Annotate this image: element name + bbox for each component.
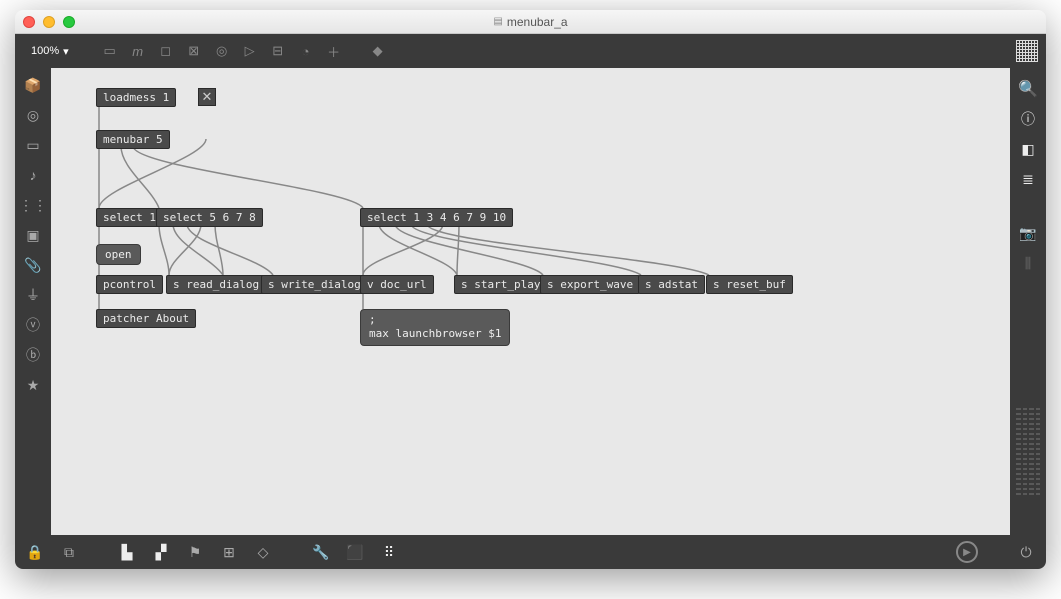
bottom-toolbar: 🔒 ⧉ ▙ ▞ ⚑ ⊞ ◇ 🔧 ⬛ ⠿ ▶ ⏻ xyxy=(15,535,1046,569)
obj-s-write-dialog[interactable]: s write_dialog xyxy=(261,275,368,294)
ui-icon[interactable]: ▭ xyxy=(24,136,42,154)
patch-canvas[interactable]: loadmess 1 ✕ menubar 5 select 1 select 5… xyxy=(51,68,1010,535)
left-palette: 📦 ◎ ▭ ♪ ⋮⋮ ▣ 📎 ⏚ ⓥ ⓑ ★ xyxy=(15,68,51,535)
search-icon[interactable]: 🔍 xyxy=(1019,80,1037,98)
list-icon[interactable]: ≣ xyxy=(1019,170,1037,188)
msg-open[interactable]: open xyxy=(96,244,141,265)
object-tool-icon[interactable]: ▭ xyxy=(99,40,121,62)
app-window: ▤ menubar_a 100% ▾ ▭ m ◻ ⊠ ◎ ▷ ⊟ ◔ ＋ ◆ 📦… xyxy=(15,10,1046,569)
patch-cables xyxy=(51,68,1010,535)
obj-menubar[interactable]: menubar 5 xyxy=(96,130,170,149)
comment-tool-icon[interactable]: ◻ xyxy=(155,40,177,62)
message-tool-icon[interactable]: m xyxy=(127,40,149,62)
dial-tool-icon[interactable]: ◔ xyxy=(295,40,317,62)
package-icon[interactable]: 📦 xyxy=(24,76,42,94)
obj-s-reset-buf[interactable]: s reset_buf xyxy=(706,275,793,294)
chevron-down-icon: ▾ xyxy=(63,45,69,58)
power-icon[interactable]: ⏻ xyxy=(1016,542,1036,562)
level-meters xyxy=(1016,405,1040,495)
snap-icon[interactable]: ◇ xyxy=(253,542,273,562)
attach-icon[interactable]: 📎 xyxy=(24,256,42,274)
document-icon: ▤ xyxy=(493,16,502,27)
window-title: ▤ menubar_a xyxy=(15,15,1046,29)
info-icon[interactable]: ⓘ xyxy=(1019,110,1037,128)
obj-select13467910[interactable]: select 1 3 4 6 7 9 10 xyxy=(360,208,513,227)
camera-icon[interactable]: 📷 xyxy=(1019,224,1037,242)
flag-icon[interactable]: ⚑ xyxy=(185,542,205,562)
obj-select5678[interactable]: select 5 6 7 8 xyxy=(156,208,263,227)
obj-v-doc-url[interactable]: v doc_url xyxy=(360,275,434,294)
number-tool-icon[interactable]: ▷ xyxy=(239,40,261,62)
wrench-icon[interactable]: 🔧 xyxy=(311,542,331,562)
b-icon[interactable]: ⓑ xyxy=(24,346,42,364)
grid-icon[interactable] xyxy=(1016,40,1038,62)
slider-tool-icon[interactable]: ⊟ xyxy=(267,40,289,62)
image-icon[interactable]: ▣ xyxy=(24,226,42,244)
dots-icon[interactable]: ⠿ xyxy=(379,542,399,562)
play-button[interactable]: ▶ xyxy=(956,541,978,563)
presentation-icon[interactable]: ▙ xyxy=(117,542,137,562)
content-area: 📦 ◎ ▭ ♪ ⋮⋮ ▣ 📎 ⏚ ⓥ ⓑ ★ xyxy=(15,68,1046,535)
top-toolbar: 100% ▾ ▭ m ◻ ⊠ ◎ ▷ ⊟ ◔ ＋ ◆ xyxy=(15,34,1046,68)
audio-icon[interactable]: ♪ xyxy=(24,166,42,184)
plug-icon[interactable]: ⏚ xyxy=(24,286,42,304)
obj-patcher-about[interactable]: patcher About xyxy=(96,309,196,328)
add-tool-icon[interactable]: ＋ xyxy=(323,40,345,62)
v-icon[interactable]: ⓥ xyxy=(24,316,42,334)
zoom-selector[interactable]: 100% ▾ xyxy=(23,43,77,60)
target-icon[interactable]: ◎ xyxy=(24,106,42,124)
window-title-text: menubar_a xyxy=(507,15,568,29)
paint-tool-icon[interactable]: ◆ xyxy=(367,40,389,62)
zoom-value: 100% xyxy=(31,45,59,57)
toggle-tool-icon[interactable]: ⊠ xyxy=(183,40,205,62)
obj-select1[interactable]: select 1 xyxy=(96,208,163,227)
new-view-icon[interactable]: ⧉ xyxy=(59,542,79,562)
inspector-icon[interactable]: ◧ xyxy=(1019,140,1037,158)
grid-toggle-icon[interactable]: ⊞ xyxy=(219,542,239,562)
obj-s-read-dialog[interactable]: s read_dialog xyxy=(166,275,266,294)
obj-pcontrol[interactable]: pcontrol xyxy=(96,275,163,294)
star-icon[interactable]: ★ xyxy=(24,376,42,394)
toggle-box[interactable]: ✕ xyxy=(198,88,216,106)
sliders-icon[interactable]: ⫼ xyxy=(1019,254,1037,272)
matrix-icon[interactable]: ⋮⋮ xyxy=(24,196,42,214)
obj-s-start-play[interactable]: s start_play xyxy=(454,275,547,294)
msg-launchbrowser[interactable]: ; max launchbrowser $1 xyxy=(360,309,510,346)
obj-loadmess[interactable]: loadmess 1 xyxy=(96,88,176,107)
lock-icon[interactable]: 🔒 xyxy=(25,542,45,562)
titlebar: ▤ menubar_a xyxy=(15,10,1046,34)
obj-s-adstat[interactable]: s adstat xyxy=(638,275,705,294)
obj-s-export-wave[interactable]: s export_wave xyxy=(540,275,640,294)
layers-icon[interactable]: ▞ xyxy=(151,542,171,562)
piano-icon[interactable]: ⬛ xyxy=(345,542,365,562)
button-tool-icon[interactable]: ◎ xyxy=(211,40,233,62)
